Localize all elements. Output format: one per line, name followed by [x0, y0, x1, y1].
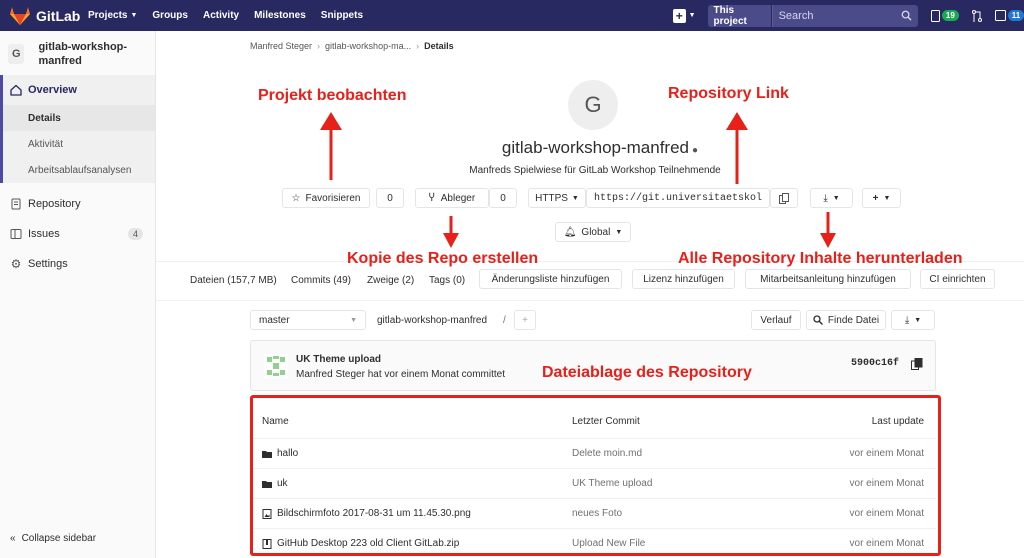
annotation-watch-project: Projekt beobachten	[258, 87, 407, 104]
annotation-fork: Kopie des Repo erstellen	[347, 250, 539, 267]
annotation-repository-link: Repository Link	[668, 85, 789, 102]
annotation-file-storage: Dateiablage des Repository	[542, 364, 752, 381]
annotation-download: Alle Repository Inhalte herunterladen	[678, 250, 963, 267]
annotation-arrows	[320, 112, 836, 248]
